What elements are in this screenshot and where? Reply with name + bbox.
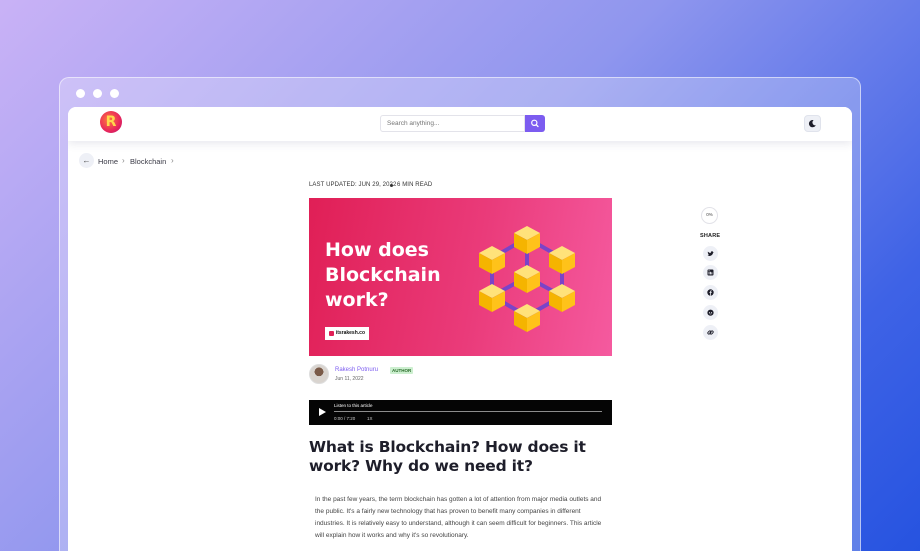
- search-icon: [531, 119, 539, 128]
- read-time: 6 MIN READ: [397, 182, 433, 188]
- hero-site-tag: itsrakesh.co: [325, 327, 369, 340]
- site-logo[interactable]: R: [100, 111, 122, 133]
- reading-progress: 0%: [701, 207, 718, 224]
- author-badge: AUTHOR: [390, 367, 414, 374]
- reddit-icon: [707, 309, 714, 316]
- cube: [549, 246, 575, 274]
- link-icon: [707, 330, 714, 335]
- theme-toggle-button[interactable]: [804, 115, 821, 132]
- share-facebook-button[interactable]: [703, 285, 718, 300]
- cube: [514, 226, 540, 254]
- moon-icon: [808, 120, 816, 128]
- share-twitter-button[interactable]: [703, 246, 718, 261]
- chevron-right-icon: ›: [171, 156, 174, 165]
- share-label: SHARE: [700, 233, 721, 239]
- site-header: R: [68, 107, 852, 141]
- last-updated: LAST UPDATED: JUN 29, 2022: [309, 182, 397, 188]
- share-linkedin-button[interactable]: [703, 265, 718, 280]
- player-label: Listen to this article: [334, 403, 373, 408]
- cube: [514, 304, 540, 332]
- share-reddit-button[interactable]: [703, 305, 718, 320]
- arrow-left-icon: ←: [82, 156, 91, 165]
- cube: [549, 284, 575, 312]
- play-icon[interactable]: [319, 408, 326, 416]
- hero-image: How does Blockchain work? itsrakesh.co: [309, 198, 612, 356]
- search-input[interactable]: [380, 115, 525, 132]
- chevron-right-icon: ›: [122, 156, 125, 165]
- breadcrumb-blockchain[interactable]: Blockchain: [130, 157, 166, 166]
- player-progress-track[interactable]: [334, 411, 602, 412]
- publish-date: Jun 11, 2022: [335, 376, 364, 382]
- article-body: In the past few years, the term blockcha…: [315, 496, 602, 539]
- author-avatar[interactable]: [309, 364, 329, 384]
- audio-player: Listen to this article 0:00 / 7:20 1X: [309, 400, 612, 425]
- window-control-dot[interactable]: [110, 89, 119, 98]
- twitter-icon: [707, 251, 714, 257]
- facebook-icon: [707, 289, 714, 296]
- meta-separator-dot: [390, 184, 393, 187]
- web-page: R ← Home › Blockchain › LAST UPDATED: JU…: [68, 107, 852, 551]
- article-title: What is Blockchain? How does it work? Wh…: [309, 438, 586, 475]
- window-control-dot[interactable]: [93, 89, 102, 98]
- author-name[interactable]: Rakesh Potnuru: [335, 367, 378, 373]
- linkedin-icon: [707, 269, 714, 276]
- cube: [514, 265, 540, 293]
- back-button[interactable]: ←: [79, 153, 94, 168]
- player-time: 0:00 / 7:20: [334, 416, 356, 421]
- search-button[interactable]: [525, 115, 545, 132]
- playback-speed-button[interactable]: 1X: [367, 416, 373, 421]
- breadcrumb-home[interactable]: Home: [98, 157, 118, 166]
- share-copy-link-button[interactable]: [703, 325, 718, 340]
- cube: [479, 246, 505, 274]
- cube: [479, 284, 505, 312]
- window-control-dot[interactable]: [76, 89, 85, 98]
